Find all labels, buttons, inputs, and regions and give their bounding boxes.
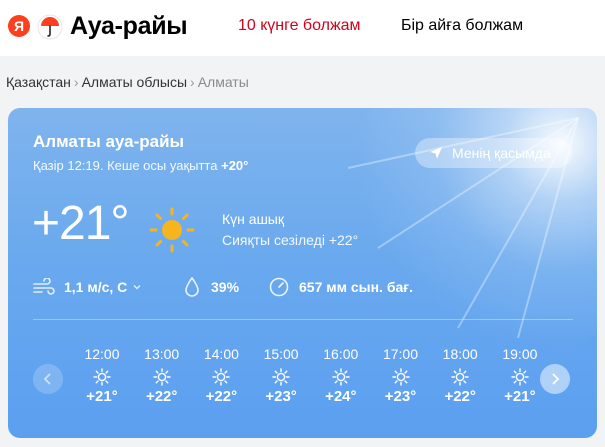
breadcrumb: Қазақстан › Алматы облысы › Алматы	[6, 74, 249, 90]
nav-month-forecast[interactable]: Бір айға болжам	[401, 17, 523, 35]
time-prefix: Қазір 12:19. Кеше осы уақытта	[33, 158, 218, 173]
breadcrumb-city: Алматы	[197, 74, 249, 90]
hourly-item: 14:00 +22°	[191, 346, 251, 405]
breadcrumb-separator: ›	[73, 74, 79, 90]
hour-time: 17:00	[382, 346, 419, 362]
wind-icon	[33, 278, 55, 295]
brand-title[interactable]: Ауа-райы	[70, 12, 188, 41]
hourly-item: 13:00 +22°	[132, 346, 192, 405]
hour-temp: +22°	[145, 388, 178, 405]
sun-icon	[212, 368, 231, 386]
header: Я Ауа-райы 10 күнге болжам Бір айға болж…	[0, 0, 605, 56]
hourly-item: 19:00 +21°	[490, 346, 542, 405]
breadcrumb-country[interactable]: Қазақстан	[6, 74, 71, 90]
wind-metric: 1,1 м/с, С	[33, 274, 142, 300]
yesterday-temp: +20°	[221, 158, 249, 173]
gauge-icon	[269, 277, 289, 297]
divider	[33, 319, 573, 320]
umbrella-logo-icon[interactable]	[37, 14, 63, 40]
chevron-right-icon	[552, 373, 560, 385]
hour-temp: +23°	[265, 388, 297, 405]
hourly-forecast: 12:00 +21° 13:00 +22° 14:00 +22° 15:00 +23° 16:0…	[72, 346, 542, 416]
humidity-metric: 39%	[185, 274, 239, 300]
sun-icon	[391, 368, 410, 386]
city-weather-title: Алматы ауа-райы	[33, 132, 185, 151]
scroll-left-button[interactable]	[33, 364, 63, 394]
hourly-item: 17:00 +23°	[371, 346, 431, 405]
hour-temp: +23°	[384, 388, 417, 405]
wind-value: 1,1 м/с, С	[64, 279, 128, 295]
hour-time: 13:00	[144, 346, 180, 362]
hourly-item: 15:00 +23°	[251, 346, 311, 405]
current-temperature: +21°	[32, 197, 130, 250]
humidity-value: 39%	[211, 279, 240, 295]
hour-time: 19:00	[502, 346, 538, 362]
sun-icon	[149, 207, 195, 253]
hour-time: 15:00	[263, 346, 299, 362]
hour-temp: +21°	[86, 388, 118, 405]
sun-icon	[152, 368, 171, 386]
sun-icon	[93, 368, 111, 386]
pressure-metric: 657 мм сын. бағ.	[269, 274, 413, 300]
weather-condition: Күн ашық	[222, 211, 284, 227]
sun-icon	[511, 368, 529, 386]
hour-time: 12:00	[84, 346, 120, 362]
feels-like: Сияқты сезіледі +22°	[222, 232, 359, 248]
hour-temp: +24°	[325, 388, 357, 405]
sun-icon	[332, 368, 350, 386]
hour-temp: +21°	[504, 388, 536, 405]
nav-10-day-forecast[interactable]: 10 күнге болжам	[238, 17, 361, 35]
sun-icon	[451, 368, 469, 386]
hourly-item: 18:00 +22°	[430, 346, 490, 405]
hourly-item: 16:00 +24°	[311, 346, 371, 405]
breadcrumb-region[interactable]: Алматы облысы	[82, 74, 187, 90]
my-location-button[interactable]: Менің қасымда	[415, 138, 572, 168]
breadcrumb-separator: ›	[190, 74, 195, 90]
hour-time: 14:00	[203, 346, 239, 362]
current-time-info: Қазір 12:19. Кеше осы уақытта +20°	[33, 158, 248, 173]
chevron-left-icon	[43, 373, 51, 385]
pressure-value: 657 мм сын. бағ.	[299, 279, 413, 295]
sun-icon	[272, 368, 290, 386]
hour-time: 18:00	[442, 346, 478, 362]
current-weather-card: Алматы ауа-райы Қазір 12:19. Кеше осы уа…	[8, 108, 597, 438]
hour-temp: +22°	[444, 388, 476, 405]
scroll-right-button[interactable]	[540, 364, 570, 394]
hour-temp: +22°	[205, 388, 238, 405]
chevron-down-icon[interactable]	[132, 282, 142, 292]
hour-time: 16:00	[323, 346, 359, 362]
drop-icon	[185, 277, 199, 297]
yandex-logo[interactable]: Я	[8, 15, 30, 37]
hourly-item: 12:00 +21°	[72, 346, 132, 405]
my-location-label: Менің қасымда	[452, 145, 551, 161]
location-arrow-icon	[430, 147, 442, 159]
